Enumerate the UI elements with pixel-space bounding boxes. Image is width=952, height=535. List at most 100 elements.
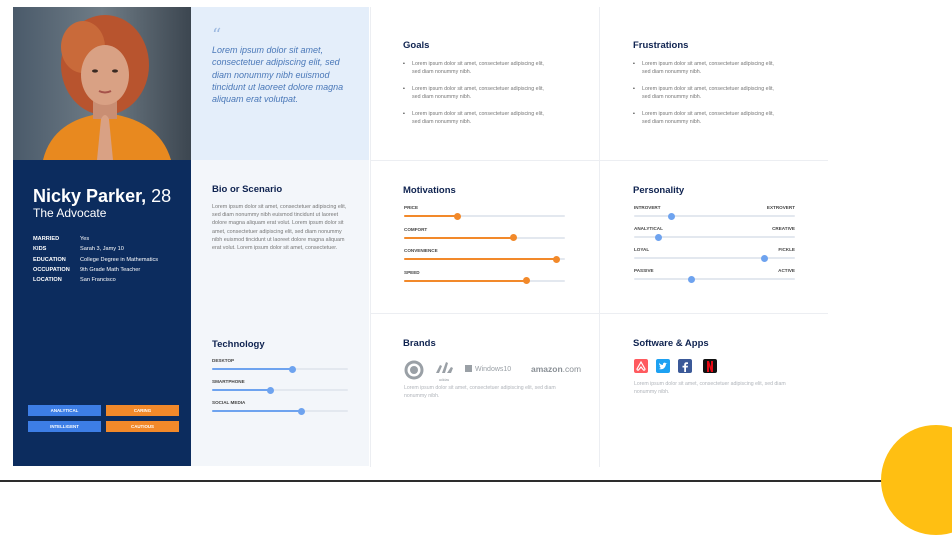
brands-title: Brands bbox=[403, 338, 436, 349]
windows-icon: Windows10 bbox=[465, 365, 511, 373]
adidas-icon: adidas bbox=[432, 360, 456, 382]
persona-role: The Advocate bbox=[33, 206, 107, 220]
fact-key: EDUCATION bbox=[33, 256, 66, 263]
trait-tag: CARING bbox=[106, 405, 179, 416]
software-text: Lorem ipsum dolor sit amet, consectetuer… bbox=[634, 381, 786, 395]
trait-tag: INTELLIGENT bbox=[28, 421, 101, 432]
slider-label: SMARTPHONE bbox=[212, 379, 245, 384]
divider bbox=[370, 313, 828, 314]
slider-right-label: EXTROVERT bbox=[766, 205, 795, 210]
slider-label: SOCIAL MEDIA bbox=[212, 400, 246, 405]
slider-track bbox=[404, 212, 565, 220]
slider-knob bbox=[553, 255, 561, 263]
slider-label: DESKTOP bbox=[212, 358, 235, 363]
divider bbox=[370, 7, 371, 467]
software-title: Software & Apps bbox=[633, 338, 709, 349]
slider-fill bbox=[404, 279, 527, 282]
personality-title: Personality bbox=[633, 185, 685, 196]
frustrations-list: Lorem ipsum dolor sit amet, consectetuer… bbox=[633, 60, 783, 134]
windows-text: Windows10 bbox=[475, 366, 512, 373]
bottom-rule bbox=[0, 480, 952, 482]
goals-list: Lorem ipsum dolor sit amet, consectetuer… bbox=[403, 60, 553, 134]
list-item: Lorem ipsum dolor sit amet, consectetuer… bbox=[633, 85, 783, 102]
fact-value: College Degree in Mathematics bbox=[80, 256, 159, 263]
slider-track bbox=[212, 386, 348, 394]
list-item: Lorem ipsum dolor sit amet, consectetuer… bbox=[633, 60, 783, 77]
fact-row: EDUCATION College Degree in Mathematics bbox=[33, 255, 158, 265]
adidas-text: adidas bbox=[438, 378, 450, 382]
slider-track bbox=[404, 277, 565, 284]
slider-right-label: CREATIVE bbox=[772, 226, 795, 231]
list-item: Lorem ipsum dolor sit amet, consectetuer… bbox=[403, 85, 553, 102]
persona-name: Nicky Parker, 28 bbox=[33, 186, 171, 207]
fact-value: Sarah 3, Jamy 10 bbox=[80, 246, 124, 253]
list-item: Lorem ipsum dolor sit amet, consectetuer… bbox=[633, 110, 783, 127]
trait-tag: ANALYTICAL bbox=[28, 405, 101, 416]
slider-fill bbox=[404, 236, 514, 239]
slider-label: SPEED bbox=[404, 269, 420, 275]
fact-key: LOCATION bbox=[33, 277, 62, 284]
persona-facts: MARRIED Yes KIDS Sarah 3, Jamy 10 EDUCATIO… bbox=[33, 234, 158, 285]
persona-photo bbox=[13, 7, 191, 160]
slider-track bbox=[404, 234, 565, 241]
slider-track bbox=[212, 407, 348, 415]
decorative-circle bbox=[881, 425, 952, 535]
slider-fill bbox=[404, 215, 458, 217]
divider bbox=[370, 160, 828, 161]
slider-label: COMFORT bbox=[404, 226, 428, 232]
trait-tag: CAUTIOUS bbox=[106, 421, 179, 432]
fact-value: San Francisco bbox=[80, 277, 116, 284]
amazon-icon: amazon.com bbox=[531, 364, 582, 374]
divider bbox=[599, 7, 600, 467]
twitter-icon bbox=[656, 359, 670, 373]
slider-fill bbox=[212, 389, 271, 391]
fact-key: OCCUPATION bbox=[33, 266, 70, 273]
slider-knob bbox=[298, 407, 306, 415]
quote-panel: “ Lorem ipsum dolor sit amet, consectetu… bbox=[191, 7, 369, 160]
quote-text: Lorem ipsum dolor sit amet, consectetuer… bbox=[212, 45, 344, 105]
slider-label: CONVENIENCE bbox=[404, 248, 438, 253]
amazon-suffix: com bbox=[565, 364, 582, 374]
persona-first-name: Nicky Parker, bbox=[33, 186, 147, 206]
starbucks-icon bbox=[404, 360, 424, 385]
slider-knob bbox=[288, 365, 296, 373]
slider-track bbox=[634, 275, 795, 283]
fact-row: LOCATION San Francisco bbox=[33, 275, 158, 285]
fact-value: 9th Grade Math Teacher bbox=[80, 266, 141, 273]
fact-value: Yes bbox=[80, 236, 90, 242]
frustrations-title: Frustrations bbox=[633, 40, 689, 51]
slider-knob bbox=[667, 212, 675, 220]
brands-text: Lorem ipsum dolor sit amet, consectetuer… bbox=[404, 385, 556, 399]
slider-knob bbox=[266, 386, 274, 394]
quote-mark: “ bbox=[212, 25, 222, 46]
list-item: Lorem ipsum dolor sit amet, consectetuer… bbox=[403, 60, 553, 77]
amazon-text: amazon bbox=[531, 364, 563, 374]
slider-track bbox=[212, 365, 348, 373]
airbnb-icon bbox=[634, 359, 648, 373]
slider-knob bbox=[688, 275, 696, 283]
slider-fill bbox=[212, 368, 293, 370]
bio-text: Lorem ipsum dolor sit amet, consectetuer… bbox=[212, 204, 347, 252]
slider-knob bbox=[760, 254, 768, 262]
slider-track bbox=[634, 233, 795, 241]
goals-title: Goals bbox=[403, 40, 430, 51]
slider-right-label: ACTIVE bbox=[778, 268, 795, 273]
bio-title: Bio or Scenario bbox=[212, 184, 283, 195]
slider-knob bbox=[453, 212, 461, 220]
fact-key: KIDS bbox=[33, 246, 47, 253]
slider-track bbox=[634, 254, 795, 262]
slider-knob bbox=[522, 277, 530, 284]
slider-label: PRICE bbox=[404, 205, 419, 210]
slider-fill bbox=[212, 410, 302, 412]
facebook-icon bbox=[678, 359, 692, 373]
slider-track bbox=[634, 212, 795, 220]
persona-card: Nicky Parker, 28 The Advocate MARRIED Yes… bbox=[13, 160, 191, 466]
slider-knob bbox=[654, 233, 662, 241]
netflix-icon bbox=[703, 359, 717, 373]
slider-track bbox=[404, 255, 565, 263]
fact-row: KIDS Sarah 3, Jamy 10 bbox=[33, 244, 158, 254]
fact-row: OCCUPATION 9th Grade Math Teacher bbox=[33, 265, 158, 275]
technology-title: Technology bbox=[212, 339, 265, 350]
motivations-title: Motivations bbox=[403, 185, 456, 196]
fact-row: MARRIED Yes bbox=[33, 234, 158, 244]
